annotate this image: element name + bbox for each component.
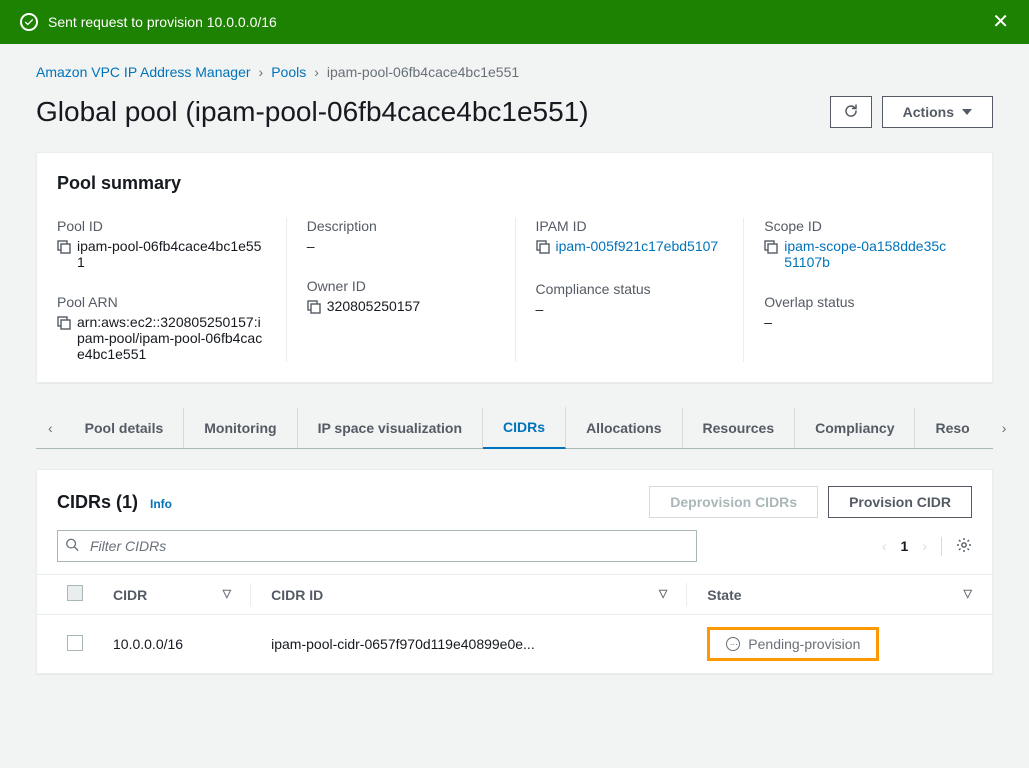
copy-icon[interactable] (57, 240, 71, 257)
tab-ip-space[interactable]: IP space visualization (298, 408, 483, 448)
tab-monitoring[interactable]: Monitoring (184, 408, 297, 448)
copy-icon[interactable] (307, 300, 321, 317)
col-cidr-id[interactable]: CIDR ID▽ (251, 575, 687, 615)
chevron-down-icon (962, 109, 972, 115)
tab-scroll-right[interactable]: › (990, 420, 1019, 436)
breadcrumb-service-link[interactable]: Amazon VPC IP Address Manager (36, 64, 251, 80)
success-banner: Sent request to provision 10.0.0.0/16 ✕ (0, 0, 1029, 44)
pool-arn-label: Pool ARN (57, 294, 266, 310)
actions-label: Actions (903, 104, 954, 120)
page-title: Global pool (ipam-pool-06fb4cace4bc1e551… (36, 96, 589, 128)
pagination-page: 1 (901, 538, 909, 554)
chevron-right-icon: › (259, 64, 264, 80)
row-checkbox[interactable] (67, 635, 83, 651)
breadcrumb-pools-link[interactable]: Pools (271, 64, 306, 80)
pool-summary-card: Pool summary Pool ID ipam-pool-06fb4cace… (36, 152, 993, 383)
tab-scroll-left[interactable]: ‹ (36, 420, 65, 436)
compliance-value: – (536, 301, 544, 317)
tab-reso-overflow[interactable]: Reso (915, 408, 989, 448)
filter-input[interactable] (57, 530, 697, 562)
owner-id-label: Owner ID (307, 278, 495, 294)
breadcrumb: Amazon VPC IP Address Manager › Pools › … (36, 64, 993, 80)
notification-message: Sent request to provision 10.0.0.0/16 (48, 14, 277, 30)
gear-icon[interactable] (941, 537, 972, 556)
cell-cidr: 10.0.0.0/16 (93, 615, 251, 674)
chevron-right-icon: › (314, 64, 319, 80)
scope-id-label: Scope ID (764, 218, 952, 234)
copy-icon[interactable] (536, 240, 550, 257)
owner-id-value: 320805250157 (327, 298, 420, 314)
tab-compliancy[interactable]: Compliancy (795, 408, 915, 448)
tab-cidrs[interactable]: CIDRs (483, 407, 566, 449)
provision-button[interactable]: Provision CIDR (828, 486, 972, 518)
pending-icon (726, 637, 740, 651)
search-icon (65, 538, 79, 555)
cidrs-heading: CIDRs (1) (57, 492, 138, 513)
sort-icon: ▽ (964, 587, 972, 600)
tabs-bar: ‹ Pool details Monitoring IP space visua… (36, 407, 993, 449)
close-icon[interactable]: ✕ (992, 12, 1009, 32)
description-value: – (307, 238, 315, 254)
breadcrumb-current: ipam-pool-06fb4cace4bc1e551 (327, 64, 519, 80)
col-state[interactable]: State▽ (687, 575, 992, 615)
cell-cidr-id: ipam-pool-cidr-0657f970d119e40899e0e... (251, 615, 687, 674)
ipam-id-link[interactable]: ipam-005f921c17ebd5107 (556, 238, 719, 254)
table-row[interactable]: 10.0.0.0/16 ipam-pool-cidr-0657f970d119e… (37, 615, 992, 674)
card-title: Pool summary (57, 173, 972, 194)
sort-icon: ▽ (659, 587, 667, 600)
pagination-next[interactable]: › (922, 538, 927, 554)
pool-id-label: Pool ID (57, 218, 266, 234)
cidrs-card: CIDRs (1) Info Deprovision CIDRs Provisi… (36, 469, 993, 674)
sort-icon: ▽ (223, 587, 231, 600)
tab-allocations[interactable]: Allocations (566, 408, 682, 448)
check-circle-icon (20, 13, 38, 31)
info-link[interactable]: Info (150, 497, 172, 511)
actions-dropdown-button[interactable]: Actions (882, 96, 993, 128)
refresh-icon (843, 103, 859, 122)
copy-icon[interactable] (57, 316, 71, 333)
tab-pool-details[interactable]: Pool details (65, 408, 185, 448)
state-badge: Pending-provision (707, 627, 879, 661)
pool-arn-value: arn:aws:ec2::320805250157:ipam-pool/ipam… (77, 314, 266, 362)
cidrs-table: CIDR▽ CIDR ID▽ State▽ 10.0.0.0/16 ipam-p… (37, 574, 992, 673)
refresh-button[interactable] (830, 96, 872, 128)
pagination-prev[interactable]: ‹ (882, 538, 887, 554)
ipam-id-label: IPAM ID (536, 218, 724, 234)
state-text: Pending-provision (748, 636, 860, 652)
tab-resources[interactable]: Resources (683, 408, 796, 448)
select-all-checkbox[interactable] (67, 585, 83, 601)
deprovision-button: Deprovision CIDRs (649, 486, 818, 518)
scope-id-link[interactable]: ipam-scope-0a158dde35c51107b (784, 238, 952, 270)
pagination: ‹ 1 › (882, 537, 972, 556)
col-cidr[interactable]: CIDR▽ (93, 575, 251, 615)
compliance-label: Compliance status (536, 281, 724, 297)
overlap-label: Overlap status (764, 294, 952, 310)
pool-id-value: ipam-pool-06fb4cace4bc1e551 (77, 238, 266, 270)
copy-icon[interactable] (764, 240, 778, 257)
description-label: Description (307, 218, 495, 234)
overlap-value: – (764, 314, 772, 330)
